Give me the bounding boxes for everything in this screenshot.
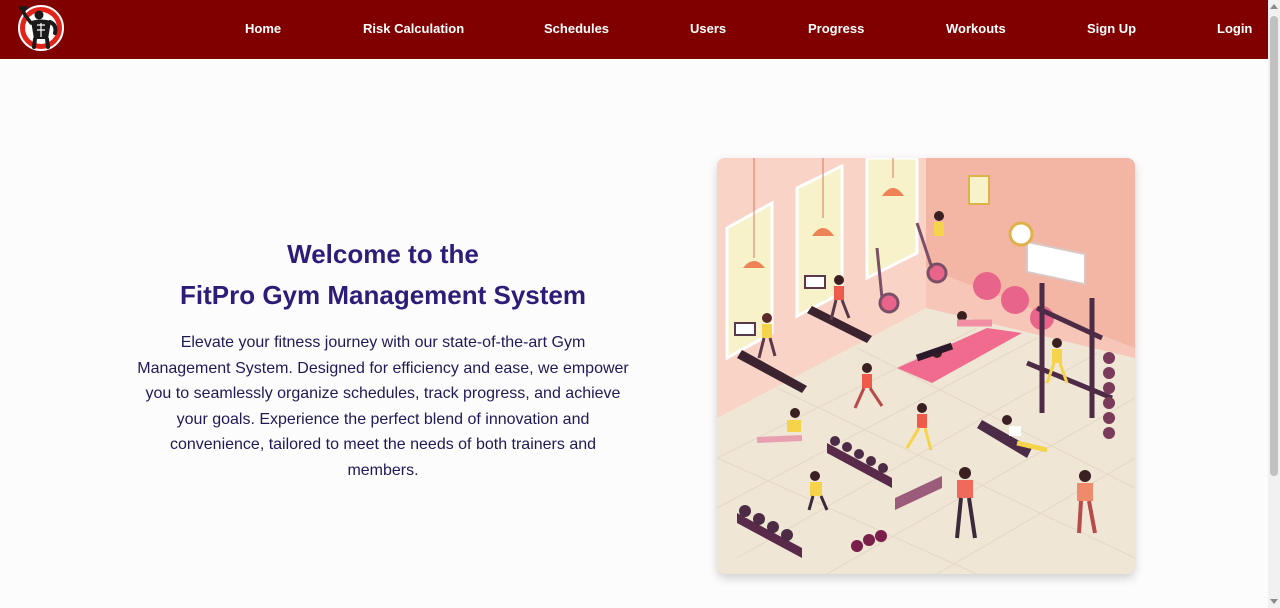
- gym-interior-illustration: [717, 158, 1135, 574]
- nav-schedules[interactable]: Schedules: [544, 20, 609, 38]
- scroll-up-arrow-icon[interactable]: [1270, 4, 1278, 9]
- nav-progress[interactable]: Progress: [808, 20, 864, 38]
- scroll-down-arrow-icon[interactable]: [1270, 599, 1278, 604]
- nav-login[interactable]: Login: [1217, 20, 1252, 38]
- hero-description: Elevate your fitness journey with our st…: [137, 334, 629, 479]
- hero-title: Welcome to the FitPro Gym Management Sys…: [128, 234, 638, 316]
- nav-home[interactable]: Home: [245, 20, 281, 38]
- nav-sign-up[interactable]: Sign Up: [1087, 20, 1136, 38]
- nav-users[interactable]: Users: [690, 20, 726, 38]
- nav-workouts[interactable]: Workouts: [946, 20, 1006, 38]
- scroll-thumb[interactable]: [1270, 16, 1278, 476]
- hero-section: Welcome to the FitPro Gym Management Sys…: [128, 234, 638, 484]
- hero-title-line2: FitPro Gym Management System: [180, 280, 586, 310]
- page-scrollbar[interactable]: [1268, 0, 1280, 608]
- bodybuilder-logo-icon[interactable]: [17, 3, 65, 51]
- nav-risk-calculation[interactable]: Risk Calculation: [363, 20, 464, 38]
- navbar: Home Risk Calculation Schedules Users Pr…: [0, 0, 1268, 59]
- hero-title-line1: Welcome to the: [287, 239, 479, 269]
